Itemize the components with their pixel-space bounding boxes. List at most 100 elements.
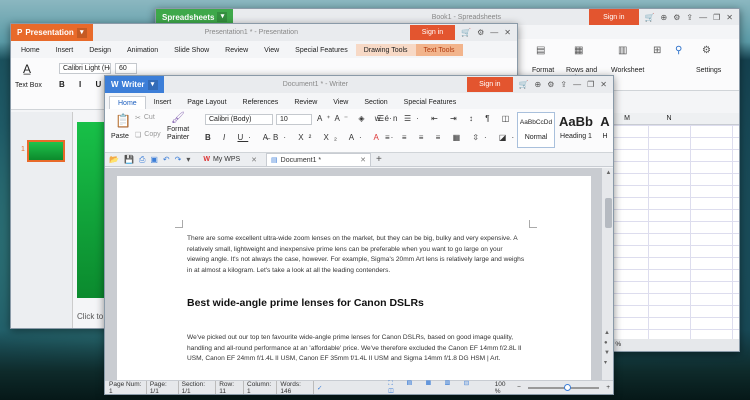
cart-icon[interactable]: 🛒: [461, 28, 471, 37]
bold-italic-underline[interactable]: B I U: [59, 80, 107, 89]
find-icon[interactable]: ⚲: [675, 45, 682, 56]
preview-icon[interactable]: ▣: [150, 155, 158, 164]
chevron-down-icon[interactable]: ▾: [76, 27, 87, 38]
document-heading[interactable]: Best wide-angle prime lenses for Canon D…: [187, 297, 424, 309]
save-icon[interactable]: 💾: [124, 155, 134, 164]
copy-button[interactable]: ❏ Copy: [135, 131, 161, 139]
menu-design[interactable]: Design: [81, 44, 119, 56]
spellcheck-icon[interactable]: ✓: [314, 384, 325, 392]
scroll-up-icon[interactable]: ▲: [602, 170, 613, 176]
menu-animation[interactable]: Animation: [119, 44, 166, 56]
menu-slideshow[interactable]: Slide Show: [166, 44, 217, 56]
close-icon[interactable]: ✕: [726, 13, 733, 22]
paragraph-1[interactable]: There are some excellent ultra-wide zoom…: [187, 234, 525, 276]
textbox-icon[interactable]: A̲: [23, 62, 31, 76]
minimize-icon[interactable]: —: [573, 80, 581, 89]
more-icon[interactable]: ▾: [186, 155, 190, 164]
cart-icon[interactable]: 🛒: [519, 80, 529, 89]
settings-icon[interactable]: ⚙: [547, 80, 554, 89]
upload-icon[interactable]: ⇪: [686, 13, 693, 22]
menu-view[interactable]: View: [325, 96, 356, 109]
new-tab-icon[interactable]: +: [376, 154, 382, 165]
format-button[interactable]: Format: [532, 67, 554, 74]
rows-columns-icon[interactable]: ▦: [574, 45, 583, 56]
menu-home[interactable]: Home: [11, 44, 48, 56]
vertical-scrollbar[interactable]: ▲ ▲ ● ▼ ▾: [601, 168, 613, 382]
menu-drawing-tools[interactable]: Drawing Tools: [355, 44, 416, 56]
menu-references[interactable]: References: [235, 96, 287, 109]
cart-icon[interactable]: 🛒: [645, 13, 655, 22]
format-painter-icon[interactable]: 🖌: [171, 111, 185, 124]
worksheet-button[interactable]: Worksheet: [611, 67, 644, 74]
restore-icon[interactable]: ❐: [587, 80, 594, 89]
restore-icon[interactable]: ❐: [713, 13, 720, 22]
skin-icon[interactable]: ⊕: [661, 13, 668, 22]
notes-pane[interactable]: Click to: [77, 312, 103, 321]
zoom-slider-thumb[interactable]: [563, 383, 571, 391]
paste-button[interactable]: Paste: [111, 133, 129, 140]
menu-special[interactable]: Special Features: [287, 44, 356, 56]
settings-button[interactable]: Settings: [696, 67, 721, 74]
slide-1-thumbnail[interactable]: [27, 140, 65, 162]
chevron-down-icon[interactable]: ▾: [217, 12, 228, 22]
writer-size-select[interactable]: 10: [276, 114, 312, 125]
chevron-down-icon[interactable]: ▾: [147, 79, 158, 90]
worksheet-icon[interactable]: ▥: [618, 45, 627, 56]
cut-button[interactable]: ✂ Cut: [135, 114, 155, 122]
freeze-icon[interactable]: ⊞: [653, 45, 661, 56]
open-icon[interactable]: 📂: [109, 155, 119, 164]
scroll-thumb[interactable]: [605, 198, 612, 228]
style-normal[interactable]: AaBbCcDd Normal: [517, 112, 555, 148]
skin-icon[interactable]: ⊕: [535, 80, 542, 89]
presentation-signin-button[interactable]: Sign in: [409, 25, 456, 40]
scroll-nav-icons[interactable]: ▲ ● ▼ ▾: [604, 328, 610, 368]
column-n-header[interactable]: N: [648, 113, 690, 124]
status-zoom[interactable]: 100 %: [492, 381, 514, 395]
list-icons[interactable]: ☰· ☰· ⇤ ⇥ ↕ ¶ ◫: [377, 114, 514, 123]
cell-grid[interactable]: [606, 125, 739, 341]
presentation-app-button[interactable]: P Presentation ▾: [11, 24, 93, 41]
menu-view[interactable]: View: [256, 44, 287, 56]
view-icons[interactable]: ⛶ ▤ ▦ ▥ ⊟ ◫: [385, 379, 485, 394]
writer-font-select[interactable]: Calibri (Body): [205, 114, 273, 125]
writer-app-button[interactable]: W Writer ▾: [105, 76, 164, 93]
minimize-icon[interactable]: —: [699, 13, 707, 22]
paragraph-2[interactable]: We've picked out our top ten favourite w…: [187, 333, 525, 382]
zoom-out-icon[interactable]: −: [514, 384, 524, 391]
style-heading2[interactable]: A H: [597, 112, 613, 148]
menu-special[interactable]: Special Features: [396, 96, 465, 109]
menu-review[interactable]: Review: [217, 44, 256, 56]
minimize-icon[interactable]: —: [490, 28, 498, 37]
close-icon[interactable]: ✕: [360, 156, 366, 164]
redo-icon[interactable]: ↷: [175, 155, 182, 164]
menu-insert[interactable]: Insert: [48, 44, 82, 56]
print-icon[interactable]: ⎙: [139, 155, 145, 165]
close-icon[interactable]: ✕: [600, 80, 607, 89]
zoom-in-icon[interactable]: +: [603, 384, 613, 391]
upload-icon[interactable]: ⇪: [560, 80, 567, 89]
undo-icon[interactable]: ↶: [163, 155, 170, 164]
style-heading1[interactable]: AaBb Heading 1: [557, 112, 595, 148]
close-icon[interactable]: ✕: [251, 156, 257, 164]
menu-section[interactable]: Section: [356, 96, 395, 109]
menu-text-tools[interactable]: Text Tools: [415, 44, 463, 56]
tab-document1[interactable]: ▤ Document1 * ✕: [266, 153, 372, 166]
menu-review[interactable]: Review: [286, 96, 325, 109]
paste-icon[interactable]: 📋: [115, 113, 131, 129]
settings-ribbon-icon[interactable]: ⚙: [702, 45, 711, 56]
format-painter-button[interactable]: Format Painter: [167, 126, 189, 142]
menu-home[interactable]: Home: [109, 96, 146, 109]
format-icon[interactable]: ▤: [536, 45, 545, 56]
spreadsheets-signin-button[interactable]: Sign in: [589, 9, 639, 25]
writer-signin-button[interactable]: Sign in: [467, 77, 513, 92]
textbox-button[interactable]: Text Box: [15, 82, 42, 89]
font-format-icons[interactable]: B I U· A̶B· X² X₂ A· A ·: [205, 133, 398, 142]
presentation-font-select[interactable]: Calibri Light (He: [59, 63, 111, 74]
document-page[interactable]: There are some excellent ultra-wide zoom…: [117, 176, 591, 382]
menu-insert[interactable]: Insert: [146, 96, 180, 109]
zoom-slider[interactable]: [527, 383, 600, 391]
tab-mywps[interactable]: W My WPS ✕: [199, 156, 261, 164]
menu-page-layout[interactable]: Page Layout: [179, 96, 234, 109]
close-icon[interactable]: ✕: [504, 28, 511, 37]
settings-icon[interactable]: ⚙: [477, 28, 484, 37]
